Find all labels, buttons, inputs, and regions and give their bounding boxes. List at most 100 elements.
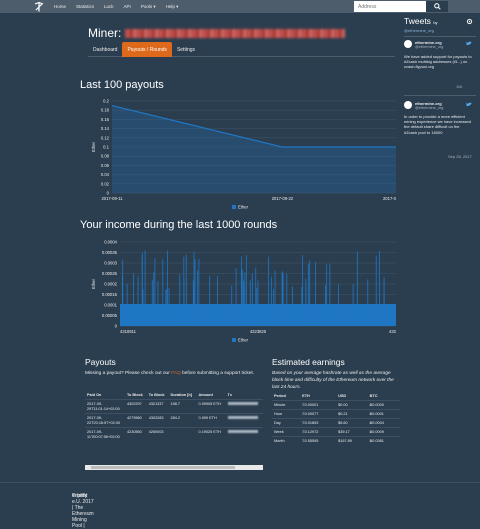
avatar[interactable] xyxy=(404,101,412,109)
y-tick-label: 0 xyxy=(107,191,110,196)
bar xyxy=(235,267,237,326)
bar xyxy=(133,273,134,326)
cell-eth: Ξ0.00077 xyxy=(300,409,337,419)
y-tick-label: 0 xyxy=(115,324,118,329)
bar xyxy=(352,284,354,326)
tweets-widget: Tweets by @ethermine_org ethermine.org @… xyxy=(404,16,476,196)
earnings-table: Period ETH USD BTC Minute Ξ0.00001 $0.00 Ƀ0… xyxy=(272,393,400,445)
scrollbar-thumb[interactable] xyxy=(91,466,235,469)
table-row: Minute Ξ0.00001 $0.00 Ƀ0.0000 xyxy=(272,400,400,410)
tweet-date[interactable]: Sep 28, 2017 xyxy=(448,154,472,159)
legend-swatch xyxy=(232,205,236,209)
bar xyxy=(329,263,331,326)
bar xyxy=(179,274,181,326)
nav-help-dropdown[interactable]: Help ▾ xyxy=(166,4,179,10)
col-eth: ETH xyxy=(302,394,310,398)
cell-usd: $0.21 xyxy=(336,409,368,419)
tweets-by: by xyxy=(433,20,438,25)
y-tick-label: 0.08 xyxy=(101,154,110,159)
col-to-block: To Block xyxy=(127,393,143,397)
payouts-table: Paid On To Block To Block Duration [h] A… xyxy=(85,392,263,441)
cell-to-block: 4302283 xyxy=(146,413,169,428)
payouts-help-text-2: before submitting a support ticket. xyxy=(182,371,255,376)
cell-tx-redacted[interactable] xyxy=(225,399,263,414)
cell-to-block: 4260003 xyxy=(146,427,169,441)
cell-tx-redacted[interactable] xyxy=(225,427,263,441)
nav-api[interactable]: API xyxy=(124,4,131,10)
x-tick-label: 2017-09-22 xyxy=(272,196,294,201)
col-usd: USD xyxy=(338,394,347,398)
bar xyxy=(185,254,187,326)
x-tick-label: 432 xyxy=(389,329,397,334)
bar xyxy=(379,251,380,326)
gear-icon[interactable] xyxy=(466,18,473,27)
y-tick-label: 0.00015 xyxy=(102,292,118,297)
y-tick-label: 0.1 xyxy=(103,145,109,150)
y-tick-label: 0.00035 xyxy=(102,250,118,255)
y-tick-label: 0.02 xyxy=(101,181,110,186)
bar xyxy=(165,289,167,326)
y-tick-label: 0.0001 xyxy=(104,303,117,308)
nav-home[interactable]: Home xyxy=(54,4,66,10)
avatar[interactable] xyxy=(404,40,412,48)
cell-from-block: 4302297 xyxy=(125,399,147,414)
col-tx: Tx xyxy=(227,393,232,397)
payouts-table-scrollbar[interactable] xyxy=(85,465,263,470)
bar xyxy=(157,281,159,326)
y-tick-label: 0.0003 xyxy=(104,261,117,266)
tweet-handle[interactable]: @ethermine_org xyxy=(415,45,443,49)
bar xyxy=(315,262,316,326)
tab-payouts-rounds[interactable]: Payouts / Rounds xyxy=(122,42,172,57)
bar xyxy=(231,285,233,326)
earnings-description: Based on your average hashrate as well a… xyxy=(272,371,394,390)
cell-eth: Ξ0.00001 xyxy=(300,400,337,410)
bar xyxy=(153,272,155,326)
bar xyxy=(305,278,307,326)
bar xyxy=(282,271,283,326)
cell-amount: 0.09905 ETH xyxy=(196,399,226,414)
bar xyxy=(245,255,247,326)
bar xyxy=(356,251,358,326)
cell-btc: Ƀ0.0004 xyxy=(367,418,400,428)
col-btc: BTC xyxy=(369,394,378,398)
payouts-chart: 0.2 0.18 0.16 0.14 0.12 0.1 0.08 0.06 0.04 0.02 0 E… xyxy=(91,99,397,210)
col-paid-on: Paid On xyxy=(87,393,102,397)
bar xyxy=(244,272,246,326)
cell-period: Hour xyxy=(272,409,301,419)
table-row: 2017-09-11T00:07:56+02:00 4230550 426000… xyxy=(85,427,263,441)
nav-luck[interactable]: Luck xyxy=(104,4,114,10)
bar xyxy=(325,284,326,326)
payouts-help-text-1: Missing a payout? Please check out our xyxy=(85,371,170,376)
tweets-handle-link[interactable]: @ethermine_org xyxy=(404,28,434,33)
table-row: 2017-09-22T20:16:57+02:00 4279560 430228… xyxy=(85,413,263,428)
bar xyxy=(307,264,309,326)
tab-settings[interactable]: Settings xyxy=(172,42,200,57)
cell-btc: Ƀ0.0000 xyxy=(367,400,400,410)
cell-duration: 284.2 xyxy=(168,413,197,428)
bar xyxy=(375,255,377,326)
tweet-date[interactable]: 11h xyxy=(456,84,462,89)
table-row: Month Ξ0.55595 $167.89 Ƀ0.0381 xyxy=(272,436,400,445)
bar xyxy=(162,259,164,326)
bar xyxy=(209,275,211,326)
imprint-link[interactable]: Imprint xyxy=(72,493,87,499)
bar xyxy=(309,260,311,326)
y-axis-label: Ether xyxy=(91,141,96,152)
y-tick-label: 0.2 xyxy=(103,99,109,104)
cell-tx-redacted[interactable] xyxy=(225,413,263,428)
earnings-heading: Estimated earnings xyxy=(272,357,345,367)
nav-statistics[interactable]: Statistics xyxy=(76,4,94,10)
tweet-handle[interactable]: @ethermine_org xyxy=(415,106,443,110)
bar xyxy=(274,270,276,326)
pickaxe-logo-icon[interactable] xyxy=(32,0,46,13)
cell-period: Day xyxy=(272,418,301,428)
income-chart-heading: Your income during the last 1000 rounds xyxy=(80,219,278,231)
address-search-input[interactable] xyxy=(354,1,426,12)
faq-link[interactable]: FAQ xyxy=(171,371,181,376)
cell-usd: $5.60 xyxy=(336,418,368,428)
cell-period: Month xyxy=(272,436,301,445)
tab-dashboard[interactable]: Dashboard xyxy=(88,42,122,57)
search-button[interactable] xyxy=(426,1,448,12)
nav-pools-dropdown[interactable]: Pools ▾ xyxy=(141,4,156,10)
cell-paid-on: 2017-09-11T00:07:56+02:00 xyxy=(85,427,125,441)
